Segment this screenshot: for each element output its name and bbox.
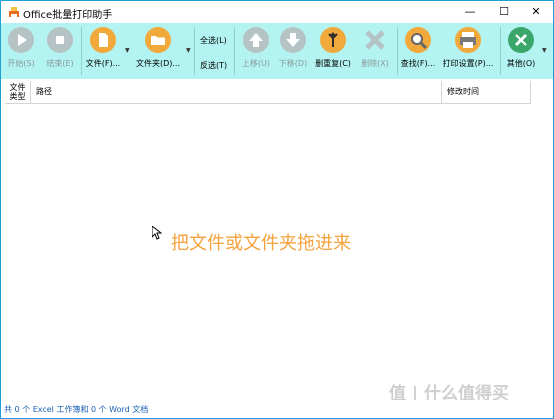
stop-icon xyxy=(47,27,73,53)
mouse-cursor-icon xyxy=(152,226,162,240)
printer-app-icon xyxy=(9,7,19,17)
file-button[interactable]: 文件(F)... xyxy=(84,27,122,69)
toolbar-separator xyxy=(234,27,235,75)
other-dropdown-icon[interactable]: ▼ xyxy=(542,47,547,54)
toolbar-separator xyxy=(397,27,398,75)
arrow-up-icon xyxy=(243,27,269,53)
delete-button[interactable]: 删除(X) xyxy=(356,27,394,69)
toolbar-separator xyxy=(194,27,195,75)
folder-button[interactable]: 文件夹(D)... xyxy=(133,27,183,69)
play-icon xyxy=(8,27,34,53)
print-settings-button[interactable]: 打印设置(P)... xyxy=(439,27,497,69)
file-icon xyxy=(90,27,116,53)
other-label: 其他(O) xyxy=(506,59,536,68)
merge-arrow-icon xyxy=(320,27,346,53)
column-header-path[interactable]: 路径 xyxy=(32,81,442,103)
print-settings-label: 打印设置(P)... xyxy=(442,59,494,68)
minimize-button[interactable]: — xyxy=(453,1,487,23)
dedupe-button[interactable]: 删重复(C) xyxy=(312,27,354,69)
move-down-label: 下移(D) xyxy=(278,59,308,68)
toolbar-separator xyxy=(500,27,501,75)
status-bar: 共 0 个 Excel 工作簿和 0 个 Word 文档 xyxy=(1,400,553,418)
toolbar-separator xyxy=(81,27,82,75)
start-button[interactable]: 开始(S) xyxy=(3,27,39,69)
window-title: Office批量打印助手 xyxy=(23,10,113,21)
start-label: 开始(S) xyxy=(7,59,35,68)
stop-label: 结束(E) xyxy=(46,59,74,68)
select-all-button[interactable]: 全选(L) xyxy=(200,35,227,46)
close-button[interactable]: ✕ xyxy=(519,1,553,23)
magnifier-icon xyxy=(405,27,431,53)
invert-selection-button[interactable]: 反选(T) xyxy=(200,60,227,71)
maximize-button[interactable]: ☐ xyxy=(487,1,521,23)
toolbar: 开始(S) 结束(E) 文件(F)... ▼ 文件夹(D)... ▼ 全选(L)… xyxy=(1,23,553,79)
file-list-header: 文件 类型 路径 修改时间 xyxy=(5,81,531,104)
arrow-down-icon xyxy=(280,27,306,53)
drop-files-hint: 把文件或文件夹拖进来 xyxy=(171,233,351,254)
other-button[interactable]: 其他(O) xyxy=(503,27,539,69)
delete-x-icon xyxy=(362,27,388,53)
column-header-modified[interactable]: 修改时间 xyxy=(443,81,531,103)
dedupe-label: 删重复(C) xyxy=(315,59,351,68)
stop-button[interactable]: 结束(E) xyxy=(41,27,79,69)
folder-icon xyxy=(145,27,171,53)
find-button[interactable]: 查找(F)... xyxy=(399,27,437,69)
file-label: 文件(F)... xyxy=(85,59,121,68)
folder-label: 文件夹(D)... xyxy=(135,59,181,68)
app-window: Office批量打印助手 — ☐ ✕ 开始(S) 结束(E) 文件(F)... … xyxy=(0,0,554,419)
folder-dropdown-icon[interactable]: ▼ xyxy=(186,47,191,54)
move-down-button[interactable]: 下移(D) xyxy=(274,27,312,69)
printer-icon xyxy=(455,27,481,53)
move-up-label: 上移(U) xyxy=(241,59,271,68)
find-label: 查找(F)... xyxy=(400,59,436,68)
move-up-button[interactable]: 上移(U) xyxy=(238,27,274,69)
column-header-type[interactable]: 文件 类型 xyxy=(5,81,31,103)
tools-icon xyxy=(508,27,534,53)
status-text: 共 0 个 Excel 工作簿和 0 个 Word 文档 xyxy=(4,405,149,414)
file-dropdown-icon[interactable]: ▼ xyxy=(125,47,130,54)
delete-label: 删除(X) xyxy=(361,59,389,68)
title-bar[interactable]: Office批量打印助手 — ☐ ✕ xyxy=(1,1,553,23)
